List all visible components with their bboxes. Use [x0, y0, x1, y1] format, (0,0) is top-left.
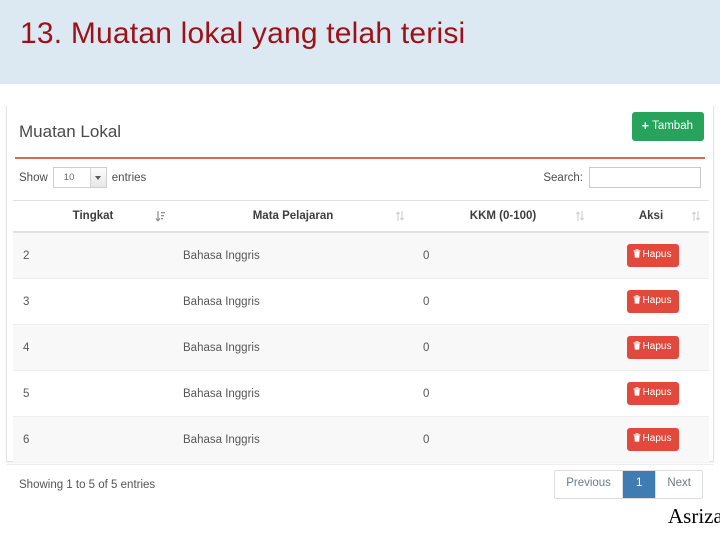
cell-aksi: Hapus	[593, 370, 709, 417]
table-head: Tingkat Mata Pelajaran KKM (0-100) Aksi	[13, 200, 709, 233]
cell-mata-pelajaran: Bahasa Inggris	[173, 231, 413, 279]
table-row: 2 Bahasa Inggris 0 Hapus	[13, 231, 709, 279]
cell-tingkat: 4	[13, 324, 173, 371]
cell-kkm: 0	[413, 324, 593, 371]
cell-aksi: Hapus	[593, 416, 709, 462]
page-length-select[interactable]: 10	[52, 167, 107, 188]
cell-tingkat: 5	[13, 370, 173, 417]
table-row: 3 Bahasa Inggris 0 Hapus	[13, 278, 709, 325]
trash-icon	[633, 341, 641, 353]
search-label: Search:	[543, 171, 583, 184]
entries-info: Showing 1 to 5 of 5 entries	[19, 479, 156, 491]
delete-button[interactable]: Hapus	[626, 244, 680, 267]
card-heading: Muatan Lokal	[19, 122, 122, 141]
trash-icon	[633, 387, 641, 399]
sort-both-icon	[691, 210, 701, 222]
trash-icon	[633, 249, 641, 261]
table-row: 5 Bahasa Inggris 0 Hapus	[13, 370, 709, 417]
sort-both-icon	[575, 210, 585, 222]
delete-button-label: Hapus	[642, 249, 672, 260]
sort-both-icon	[395, 210, 405, 222]
cell-aksi: Hapus	[593, 278, 709, 325]
add-button-label: Tambah	[652, 120, 693, 132]
delete-button[interactable]: Hapus	[626, 290, 680, 313]
sort-ascending-icon	[155, 210, 165, 222]
search-input[interactable]	[589, 167, 701, 188]
table-header-row: Tingkat Mata Pelajaran KKM (0-100) Aksi	[13, 200, 709, 233]
trash-icon	[633, 433, 641, 445]
cell-mata-pelajaran: Bahasa Inggris	[173, 278, 413, 325]
column-header-tingkat[interactable]: Tingkat	[13, 200, 173, 233]
pagination: Previous 1 Next	[554, 470, 703, 499]
muatan-lokal-card: Muatan Lokal + Tambah Show 10 entries Sea…	[6, 106, 714, 499]
cell-aksi: Hapus	[593, 324, 709, 371]
cell-kkm: 0	[413, 278, 593, 325]
page-title: 13. Muatan lokal yang telah terisi	[20, 17, 466, 50]
delete-button-label: Hapus	[642, 295, 672, 306]
slide-root: 13. Muatan lokal yang telah terisi Muata…	[0, 0, 720, 540]
cell-kkm: 0	[413, 416, 593, 462]
header-divider	[15, 157, 705, 159]
cell-kkm: 0	[413, 231, 593, 279]
search-control: Search:	[543, 167, 701, 188]
cell-tingkat: 2	[13, 231, 173, 279]
add-button[interactable]: + Tambah	[632, 112, 704, 141]
card-header: Muatan Lokal + Tambah	[7, 106, 713, 159]
plus-icon: +	[641, 118, 650, 133]
column-header-mata-pelajaran[interactable]: Mata Pelajaran	[173, 200, 413, 233]
delete-button-label: Hapus	[642, 341, 672, 352]
pagination-next[interactable]: Next	[656, 471, 702, 498]
pagination-page-1[interactable]: 1	[622, 471, 657, 498]
delete-button[interactable]: Hapus	[626, 428, 680, 451]
column-header-kkm[interactable]: KKM (0-100)	[413, 200, 593, 233]
trash-icon	[633, 295, 641, 307]
table-row: 4 Bahasa Inggris 0 Hapus	[13, 324, 709, 371]
delete-button[interactable]: Hapus	[626, 382, 680, 405]
column-header-aksi[interactable]: Aksi	[593, 200, 709, 233]
muatan-lokal-table: Tingkat Mata Pelajaran KKM (0-100) Aksi …	[13, 200, 709, 462]
slide-title-band: 13. Muatan lokal yang telah terisi	[0, 0, 720, 84]
cell-mata-pelajaran: Bahasa Inggris	[173, 416, 413, 462]
column-header-aksi-label: Aksi	[638, 210, 664, 222]
table-row: 6 Bahasa Inggris 0 Hapus	[13, 416, 709, 462]
cell-tingkat: 6	[13, 416, 173, 462]
entries-label: entries	[111, 171, 147, 184]
page-length-control: Show 10 entries	[19, 167, 146, 188]
cell-kkm: 0	[413, 370, 593, 417]
delete-button-label: Hapus	[642, 433, 672, 444]
column-header-kkm-label: KKM (0-100)	[469, 210, 537, 222]
datatable-controls: Show 10 entries Search:	[7, 161, 713, 197]
column-header-tingkat-label: Tingkat	[72, 210, 114, 222]
datatable-footer: Showing 1 to 5 of 5 entries Previous 1 N…	[7, 464, 713, 510]
table-body: 2 Bahasa Inggris 0 Hapus 3 Bahasa Inggri…	[13, 231, 709, 462]
cell-aksi: Hapus	[593, 231, 709, 279]
column-header-mata-pelajaran-label: Mata Pelajaran	[252, 210, 334, 222]
slide-credit: Asriza	[668, 504, 720, 528]
show-label: Show	[19, 171, 48, 184]
pagination-previous[interactable]: Previous	[555, 471, 623, 498]
delete-button-label: Hapus	[642, 387, 672, 398]
cell-mata-pelajaran: Bahasa Inggris	[173, 370, 413, 417]
delete-button[interactable]: Hapus	[626, 336, 680, 359]
chevron-down-icon[interactable]	[89, 168, 106, 187]
cell-mata-pelajaran: Bahasa Inggris	[173, 324, 413, 371]
page-length-value: 10	[63, 172, 75, 183]
cell-tingkat: 3	[13, 278, 173, 325]
